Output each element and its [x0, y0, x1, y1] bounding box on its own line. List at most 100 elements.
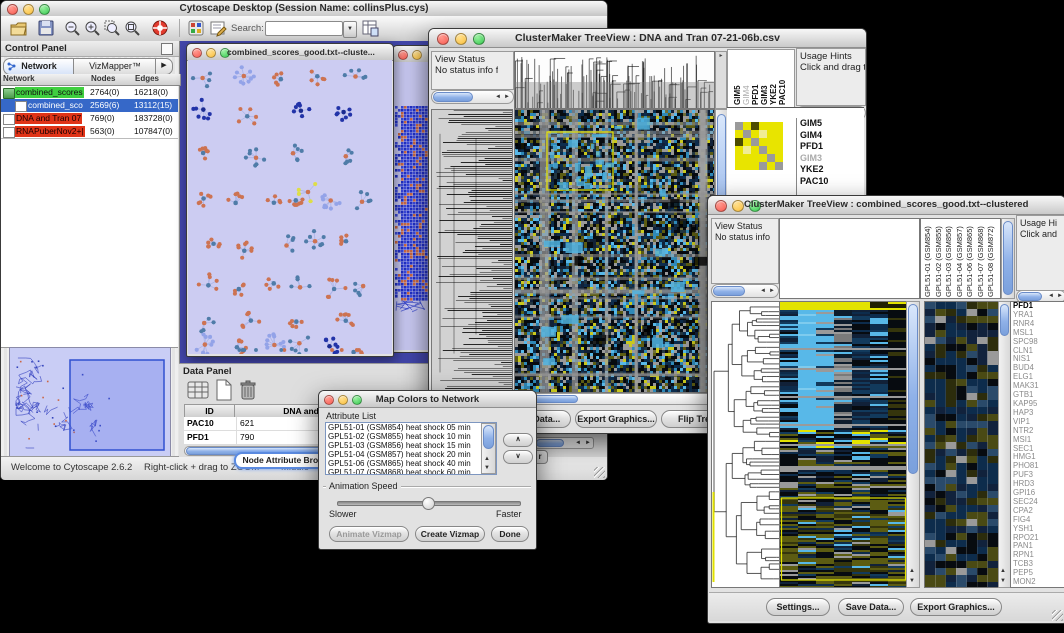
open-folder-icon[interactable] [9, 19, 28, 42]
file-icon [3, 127, 15, 138]
zoom-selected-icon[interactable] [103, 19, 121, 42]
array-col-label: GPL51-02 (GSM855) [935, 221, 944, 297]
matrix-row-label[interactable]: YKE2 [800, 164, 866, 176]
create-vizmap-button[interactable]: Create Vizmap [415, 526, 485, 542]
tab-[interactable]: ▶ [155, 58, 173, 75]
folder-icon [3, 88, 15, 99]
network-overview-panel[interactable] [9, 347, 171, 457]
minimize-button[interactable] [206, 48, 216, 58]
zoom-fit-icon[interactable] [123, 19, 141, 42]
minimize-button[interactable] [412, 50, 422, 60]
network-row[interactable]: combined_scores2764(0)16218(0) [1, 86, 178, 99]
matrix-col-label: PAC10 [779, 53, 788, 105]
attribute-list[interactable]: GPL51-01 (GSM854) heat shock 05 minGPL51… [325, 422, 497, 475]
attribute-list-scrollbar[interactable]: ▲▼ [481, 423, 496, 474]
table-icon[interactable] [187, 380, 209, 405]
matrix-row-label[interactable]: GIM4 [800, 130, 866, 142]
settings-button[interactable]: Settings... [766, 598, 830, 616]
labels-vscrollbar[interactable] [1001, 218, 1015, 299]
column-header-edges[interactable]: Edges [133, 74, 181, 86]
close-button[interactable] [192, 48, 202, 58]
gene-label[interactable]: MON2 [1011, 578, 1064, 587]
slider-faster-label: Faster [496, 509, 522, 519]
matrix-row-label[interactable]: GIM5 [800, 118, 866, 130]
column-header-nodes[interactable]: Nodes [89, 74, 135, 86]
minimize-button[interactable] [732, 200, 744, 212]
data-column-id[interactable]: ID [184, 404, 235, 418]
global-heatmap-canvas[interactable] [924, 301, 999, 588]
help-lifering-icon[interactable] [151, 19, 169, 42]
close-button[interactable] [715, 200, 727, 212]
attribute-item[interactable]: GPL51-06 (GSM865) heat shock 40 min [326, 459, 496, 468]
export-graphics-button[interactable]: Export Graphics... [575, 410, 657, 428]
search-label: Search: [231, 23, 264, 34]
animation-speed-slider[interactable] [337, 501, 521, 506]
dense-network-canvas[interactable] [394, 62, 429, 350]
view-status-scrollbar[interactable]: ◄► [711, 284, 779, 298]
results-table-icon[interactable] [361, 19, 379, 42]
heatmap-vscrollbar[interactable]: ▲▼ [906, 301, 920, 588]
background-network-window[interactable] [392, 45, 431, 353]
heatmap-canvas[interactable] [779, 301, 908, 588]
network-canvas[interactable] [188, 60, 392, 354]
save-data-button[interactable]: Save Data... [838, 598, 904, 616]
matrix-row-label[interactable]: PAC10 [800, 176, 866, 188]
heatmap-canvas[interactable] [514, 109, 715, 393]
slider-thumb[interactable] [422, 497, 435, 510]
attribute-item[interactable]: GPL51-03 (GSM856) heat shock 15 min [326, 441, 496, 450]
attribute-item[interactable]: GPL51-07 (GSM868) heat shock 60 min [326, 468, 496, 475]
network-row[interactable]: combined_sco2569(6)13112(15) [1, 99, 178, 112]
network-row[interactable]: DNA and Tran 07769(0)183728(0) [1, 112, 178, 125]
zoom-in-icon[interactable] [83, 19, 101, 42]
row-dendrogram-canvas[interactable] [711, 301, 780, 588]
new-attribute-icon[interactable] [215, 379, 233, 406]
tab-network[interactable]: Network [3, 58, 75, 75]
view-status-scrollbar[interactable]: ◄► [431, 90, 514, 104]
row-dendrogram-canvas[interactable] [431, 109, 513, 393]
animate-vizmap-button[interactable]: Animate Vizmap [329, 526, 409, 542]
treeview-combined-window: ClusterMaker TreeView : combined_scores_… [707, 195, 1064, 624]
matrix-row-label[interactable]: GIM3 [800, 153, 866, 165]
export-graphics-button[interactable]: Export Graphics... [910, 598, 1002, 616]
zoom-out-icon[interactable] [63, 19, 81, 42]
column-dendrogram-panel[interactable] [779, 218, 920, 299]
search-dropdown-arrow-icon[interactable]: ▼ [343, 21, 357, 38]
delete-attribute-trash-icon[interactable] [239, 379, 257, 406]
treeview-dna-title: ClusterMaker TreeView : DNA and Tran 07-… [429, 32, 866, 44]
usage-hints-text: Click and [1020, 229, 1057, 239]
network-view-titlebar[interactable]: combined_scores_good.txt--cluste... [187, 44, 393, 61]
resize-grip[interactable] [1052, 610, 1063, 621]
network-row[interactable]: RNAPuberNov2+|563(0)107847(0) [1, 125, 178, 138]
treeview-dna-titlebar[interactable]: ClusterMaker TreeView : DNA and Tran 07-… [429, 29, 866, 48]
column-header-network[interactable]: Network [1, 74, 91, 86]
annotation-icon[interactable] [209, 19, 227, 42]
float-panel-icon[interactable] [161, 43, 173, 55]
save-icon[interactable] [37, 19, 55, 42]
main-titlebar[interactable]: Cytoscape Desktop (Session Name: collins… [1, 1, 607, 17]
control-panel-title: Control Panel [5, 43, 67, 54]
treeview-combined-titlebar[interactable]: ClusterMaker TreeView : combined_scores_… [708, 196, 1064, 215]
attribute-item[interactable]: GPL51-02 (GSM855) heat shock 10 min [326, 432, 496, 441]
tab-vizmapper[interactable]: VizMapper™ [73, 58, 157, 75]
attribute-item[interactable]: GPL51-01 (GSM854) heat shock 05 min [326, 423, 496, 432]
move-up-button[interactable]: ∧ [503, 433, 533, 447]
matrix-row-label[interactable]: PFD1 [800, 141, 866, 153]
search-input[interactable] [265, 21, 343, 36]
network-overview-thumbnail[interactable] [10, 348, 168, 454]
close-button[interactable] [398, 50, 408, 60]
column-dendrogram-canvas[interactable] [514, 51, 715, 109]
array-col-labels: GPL51-01 (GSM854)GPL51-02 (GSM855)GPL51-… [920, 218, 1001, 299]
done-button[interactable]: Done [491, 526, 529, 542]
move-down-button[interactable]: ∨ [503, 450, 533, 464]
array-col-label: GPL51-01 (GSM854) [924, 221, 933, 297]
similarity-matrix-canvas[interactable] [735, 122, 783, 170]
resize-grip[interactable] [594, 467, 605, 478]
dialog-titlebar[interactable]: Map Colors to Network [319, 391, 536, 408]
vizmap-grid-icon[interactable] [187, 19, 205, 42]
dendrogram-splitter[interactable]: ▸ [715, 51, 727, 109]
main-window-title: Cytoscape Desktop (Session Name: collins… [1, 3, 607, 14]
network-list-panel[interactable] [1, 138, 178, 348]
data-panel-hscrollbar-end[interactable]: ◄► [534, 437, 594, 449]
dialog-title: Map Colors to Network [319, 394, 536, 405]
attribute-item[interactable]: GPL51-04 (GSM857) heat shock 20 min [326, 450, 496, 459]
